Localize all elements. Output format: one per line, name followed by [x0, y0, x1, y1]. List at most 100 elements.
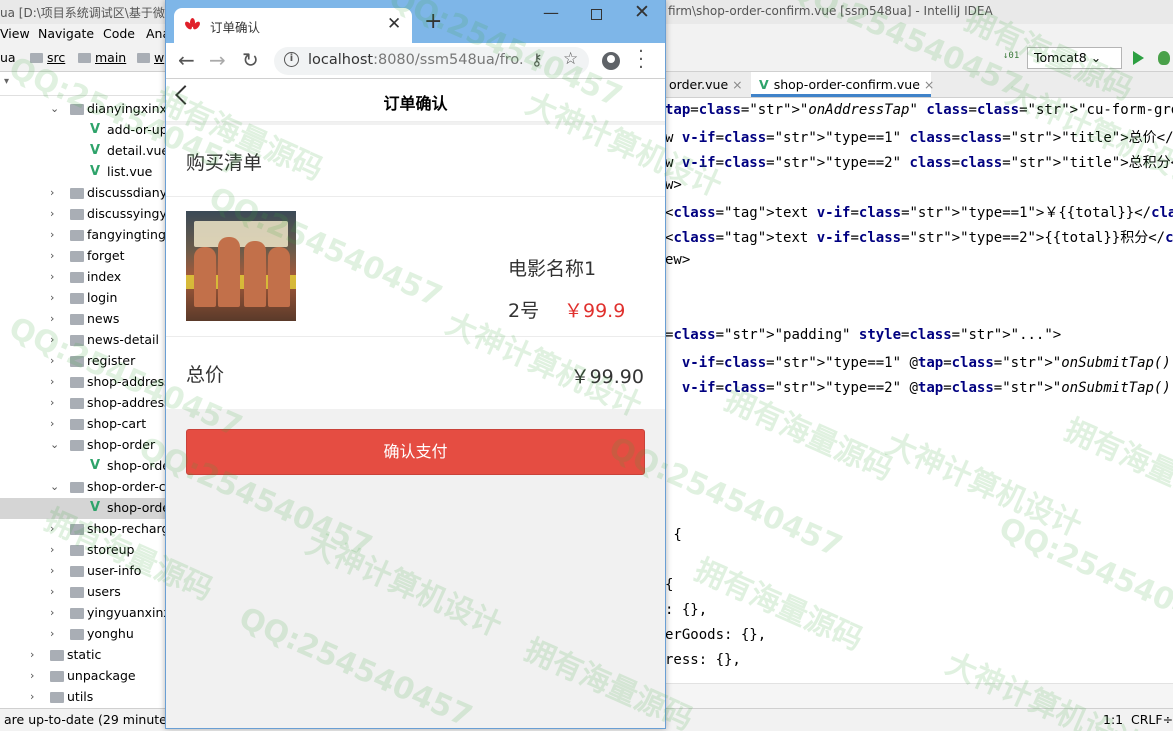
tree-item-label: dianyingxinxi: [87, 101, 165, 116]
tree-item-label: register: [87, 353, 136, 368]
minimize-icon[interactable]: —: [543, 3, 559, 22]
menu-navigate[interactable]: Navigate: [38, 26, 94, 41]
key-icon[interactable]: ⚷: [531, 50, 543, 69]
caret-position[interactable]: 1:1: [1103, 712, 1123, 727]
code-line: {: [665, 577, 674, 593]
close-icon[interactable]: ×: [924, 77, 934, 92]
close-icon[interactable]: ×: [732, 77, 742, 92]
tree-item[interactable]: › shop-recharg: [0, 519, 165, 540]
chevron-down-icon[interactable]: ⌄: [50, 102, 60, 115]
menu-code[interactable]: Code: [103, 26, 135, 41]
chevron-right-icon[interactable]: ›: [50, 564, 60, 577]
tree-item[interactable]: › news: [0, 309, 165, 330]
line-separator[interactable]: CRLF÷: [1131, 712, 1173, 727]
tree-item[interactable]: › utils: [0, 687, 165, 708]
browser-tab[interactable]: 订单确认 ✕: [174, 8, 412, 43]
tree-item[interactable]: › unpackage: [0, 666, 165, 687]
tree-item[interactable]: › static: [0, 645, 165, 666]
tree-item[interactable]: Vadd-or-up: [0, 120, 165, 141]
close-icon[interactable]: ✕: [387, 14, 401, 34]
chevron-right-icon[interactable]: ›: [50, 312, 60, 325]
tree-item[interactable]: › forget: [0, 246, 165, 267]
tree-item[interactable]: › discussyingyu: [0, 204, 165, 225]
editor-scrollbar[interactable]: [665, 683, 1173, 708]
dropdown-icon[interactable]: ▾: [4, 76, 9, 87]
chevron-right-icon[interactable]: ›: [50, 291, 60, 304]
tree-item[interactable]: Vshop-orde: [0, 498, 165, 519]
tree-item[interactable]: › shop-address: [0, 372, 165, 393]
star-icon[interactable]: ☆: [563, 49, 578, 69]
tree-item[interactable]: › fangyingting: [0, 225, 165, 246]
chevron-right-icon[interactable]: ›: [50, 354, 60, 367]
profile-icon[interactable]: [602, 52, 620, 70]
folder-icon: [50, 692, 64, 703]
tree-item[interactable]: Vshop-orde: [0, 456, 165, 477]
code-line: w v-if=class="str">"type==1" class=class…: [665, 130, 1173, 146]
debug-icon[interactable]: [1158, 51, 1170, 65]
tab-shop-order-confirm[interactable]: Vshop-order-confirm.vue ×: [751, 72, 934, 97]
chevron-right-icon[interactable]: ›: [30, 648, 40, 661]
breadcrumb-project[interactable]: ua: [0, 50, 16, 65]
tree-item[interactable]: › login: [0, 288, 165, 309]
chevron-right-icon[interactable]: ›: [50, 249, 60, 262]
tree-item[interactable]: › discussdianyi: [0, 183, 165, 204]
sort-icon[interactable]: ↓01: [1003, 51, 1019, 65]
tree-item[interactable]: › shop-cart: [0, 414, 165, 435]
chevron-right-icon[interactable]: ›: [50, 585, 60, 598]
folder-icon: [50, 650, 64, 661]
chevron-right-icon[interactable]: ›: [50, 270, 60, 283]
breadcrumb-w[interactable]: w: [137, 50, 164, 65]
chevron-right-icon[interactable]: ›: [50, 186, 60, 199]
run-icon[interactable]: [1133, 51, 1144, 65]
tree-item[interactable]: ⌄ shop-order-c: [0, 477, 165, 498]
tab-order-vue[interactable]: order.vue ×: [665, 72, 750, 97]
url-text[interactable]: localhost:8080/ssm548ua/fro...: [308, 52, 523, 68]
code-line: v-if=class="str">"type==2" @tap=class="s…: [681, 380, 1173, 396]
tree-item[interactable]: Vdetail.vue: [0, 141, 165, 162]
breadcrumb-main[interactable]: main: [78, 50, 126, 65]
menu-view[interactable]: View: [0, 26, 30, 41]
run-toolbar: ↓01 Tomcat8 ⌄: [1000, 47, 1173, 69]
forward-icon[interactable]: →: [209, 48, 226, 72]
page-title: 订单确认: [383, 94, 448, 113]
chevron-right-icon[interactable]: ›: [30, 690, 40, 703]
window-close-icon[interactable]: ✕: [634, 1, 650, 23]
tree-item[interactable]: ⌄ shop-order: [0, 435, 165, 456]
tree-item[interactable]: › yonghu: [0, 624, 165, 645]
menu-icon[interactable]: · · ·: [638, 43, 644, 77]
tree-item[interactable]: Vlist.vue: [0, 162, 165, 183]
maximize-icon[interactable]: [591, 9, 602, 20]
tree-item[interactable]: › index: [0, 267, 165, 288]
run-config-select[interactable]: Tomcat8 ⌄: [1027, 47, 1122, 69]
address-bar[interactable]: i localhost:8080/ssm548ua/fro... ⚷ ☆: [274, 47, 589, 75]
tree-item[interactable]: › register: [0, 351, 165, 372]
chevron-right-icon[interactable]: ›: [50, 396, 60, 409]
new-tab-icon[interactable]: +: [424, 9, 442, 34]
chevron-down-icon[interactable]: ⌄: [50, 480, 60, 493]
chevron-right-icon[interactable]: ›: [50, 543, 60, 556]
chevron-right-icon[interactable]: ›: [50, 333, 60, 346]
info-icon[interactable]: i: [284, 52, 299, 67]
chevron-down-icon[interactable]: ⌄: [50, 438, 60, 451]
tree-item[interactable]: ⌄ dianyingxinxi: [0, 99, 165, 120]
chevron-right-icon[interactable]: ›: [50, 228, 60, 241]
tree-item[interactable]: › user-info: [0, 561, 165, 582]
chevron-right-icon[interactable]: ›: [50, 606, 60, 619]
chevron-right-icon[interactable]: ›: [50, 417, 60, 430]
code-editor[interactable]: tap=class="str">"onAddressTap" class=cla…: [665, 98, 1173, 683]
tree-item[interactable]: › yingyuanxinxi: [0, 603, 165, 624]
chevron-right-icon[interactable]: ›: [50, 522, 60, 535]
tree-item[interactable]: › shop-address: [0, 393, 165, 414]
folder-icon: [70, 545, 84, 556]
confirm-pay-button[interactable]: 确认支付: [186, 429, 645, 475]
back-icon[interactable]: ←: [178, 48, 195, 72]
tree-item[interactable]: › news-detail: [0, 330, 165, 351]
chevron-right-icon[interactable]: ›: [50, 375, 60, 388]
chevron-right-icon[interactable]: ›: [50, 627, 60, 640]
tree-item[interactable]: › users: [0, 582, 165, 603]
reload-icon[interactable]: ↻: [242, 48, 259, 72]
tree-item[interactable]: › storeup: [0, 540, 165, 561]
chevron-right-icon[interactable]: ›: [30, 669, 40, 682]
chevron-right-icon[interactable]: ›: [50, 207, 60, 220]
breadcrumb-src[interactable]: src: [30, 50, 65, 65]
